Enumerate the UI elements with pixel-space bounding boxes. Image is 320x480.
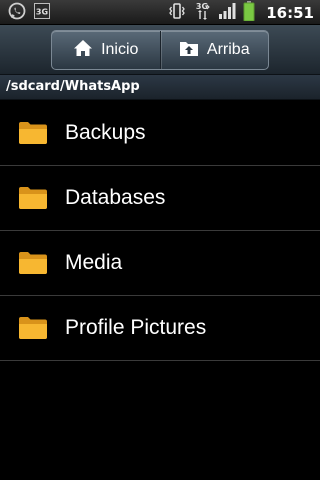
folder-icon xyxy=(18,186,48,210)
home-button-label: Inicio xyxy=(101,41,139,58)
list-item[interactable]: Media xyxy=(0,231,320,296)
battery-icon xyxy=(243,0,255,25)
file-name: Databases xyxy=(65,186,166,209)
3g-data-icon: 3G xyxy=(193,1,211,25)
svg-text:3G: 3G xyxy=(196,2,208,11)
3g-icon: 3G xyxy=(34,2,50,23)
vibrate-icon xyxy=(168,2,186,24)
clock: 16:51 xyxy=(266,3,314,22)
list-item[interactable]: Databases xyxy=(0,166,320,231)
status-bar: 3G 3G 16:51 xyxy=(0,0,320,25)
file-list: Backups Databases Media Profile Pictures xyxy=(0,101,320,361)
file-name: Backups xyxy=(65,121,146,144)
file-name: Profile Pictures xyxy=(65,316,207,339)
file-name: Media xyxy=(65,251,123,274)
svg-text:3G: 3G xyxy=(36,7,48,16)
up-button-label: Arriba xyxy=(206,41,250,58)
signal-icon xyxy=(218,2,236,23)
list-item[interactable]: Backups xyxy=(0,101,320,166)
folder-up-icon xyxy=(179,39,199,62)
home-icon xyxy=(73,39,93,62)
list-item[interactable]: Profile Pictures xyxy=(0,296,320,361)
toolbar: Inicio Arriba xyxy=(0,25,320,75)
home-button[interactable]: Inicio xyxy=(52,31,160,69)
folder-icon xyxy=(18,316,48,340)
folder-icon xyxy=(18,121,48,145)
up-button[interactable]: Arriba xyxy=(159,31,269,69)
folder-icon xyxy=(18,251,48,275)
nav-button-group: Inicio Arriba xyxy=(51,30,269,70)
whatsapp-icon xyxy=(8,2,26,24)
current-path: /sdcard/WhatsApp xyxy=(0,75,320,100)
